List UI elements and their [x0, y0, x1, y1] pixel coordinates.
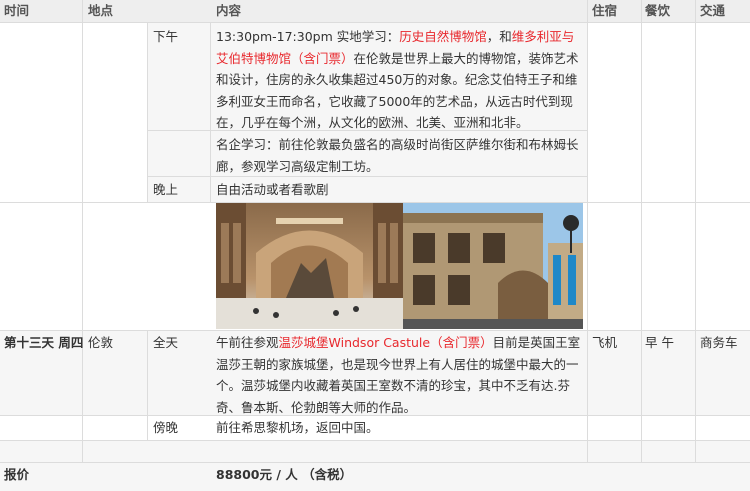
divider — [0, 462, 750, 463]
brand-learning-text: 名企学习：前往伦敦最负盛名的高级时尚街区萨维尔街和布林姆长廊，参观学习高级定制工… — [216, 137, 579, 174]
place-london: 伦敦 — [88, 335, 114, 350]
natural-history-museum-link[interactable]: 历史自然博物馆 — [399, 29, 487, 44]
period-evening: 晚上 — [153, 182, 179, 197]
afternoon-text-2: ，和 — [486, 29, 512, 44]
museum-facade-image — [403, 203, 583, 329]
meals-value: 早 午 — [645, 335, 674, 350]
divider — [210, 22, 211, 202]
afternoon-text-1: 13:30pm-17:30pm 实地学习： — [216, 29, 400, 44]
price-row — [0, 462, 750, 491]
period-afternoon: 下午 — [153, 29, 179, 44]
divider — [0, 22, 750, 23]
evening-content: 自由活动或者看歌剧 — [216, 182, 329, 197]
period-dusk: 傍晚 — [153, 420, 179, 435]
header-transport: 交通 — [700, 3, 726, 18]
header-place: 地点 — [88, 3, 114, 18]
divider — [0, 330, 750, 331]
price-value: 88800元 / 人 （含税） — [216, 467, 353, 482]
lodging-value: 飞机 — [592, 335, 618, 350]
windsor-text-1: 午前往参观 — [216, 335, 279, 350]
dusk-content: 前往希思黎机场，返回中国。 — [216, 420, 379, 435]
header-time: 时间 — [4, 3, 30, 18]
divider — [82, 0, 83, 462]
table-row — [0, 440, 750, 462]
windsor-castle-link[interactable]: 温莎城堡Windsor Castule（含门票） — [279, 335, 493, 350]
header-meals: 餐饮 — [645, 3, 671, 18]
natural-history-museum-photo — [216, 203, 403, 329]
divider — [147, 330, 148, 440]
windsor-content: 午前往参观温莎城堡Windsor Castule（含门票）目前是英国王室温莎王朝… — [216, 332, 582, 418]
divider — [641, 0, 642, 462]
transport-value: 商务车 — [700, 335, 738, 350]
day-13-label: 第十三天 周四 — [4, 335, 84, 350]
period-all-day: 全天 — [153, 335, 179, 350]
header-lodging: 住宿 — [592, 3, 618, 18]
divider — [147, 22, 148, 202]
museum-hall-image — [216, 203, 403, 329]
divider — [695, 0, 696, 462]
divider — [587, 0, 588, 462]
afternoon-content: 13:30pm-17:30pm 实地学习：历史自然博物馆，和维多利亚与艾伯特博物… — [216, 26, 582, 134]
header-content: 内容 — [216, 3, 242, 18]
price-label: 报价 — [4, 467, 30, 482]
divider — [0, 440, 750, 441]
va-museum-photo — [403, 203, 583, 329]
